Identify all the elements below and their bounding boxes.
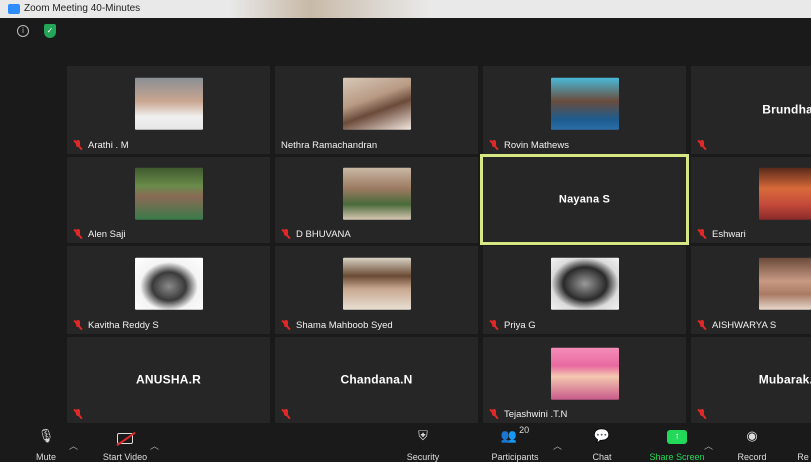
participant-nametag: Arathi . M (69, 138, 133, 152)
participant-display-name: Mubarak. (758, 372, 811, 387)
mic-off-icon (73, 320, 83, 330)
participant-nametag: D BHUVANA (277, 227, 355, 241)
video-options-caret[interactable]: ︿ (150, 439, 159, 452)
participant-nametag: Kavitha Reddy S (69, 318, 163, 332)
meeting-info-icon[interactable]: i (17, 25, 29, 37)
mic-off-icon (697, 229, 707, 239)
audio-options-caret[interactable]: ︿ (69, 439, 78, 452)
participant-nametag: Priya G (485, 318, 540, 332)
mic-off-icon (489, 140, 499, 150)
chat-button[interactable]: 💬 Chat (586, 425, 618, 462)
participant-tile-shama[interactable]: Shama Mahboob Syed (275, 246, 478, 334)
mic-off-icon (73, 140, 83, 150)
participant-tile-chandana[interactable]: Chandana.N (275, 337, 478, 423)
participant-nametag: Rovin Mathews (485, 138, 573, 152)
participant-display-name: ANUSHA.R (136, 372, 201, 387)
participant-tile-anusha[interactable]: ANUSHA.R (67, 337, 270, 423)
meeting-toolbar: 🎙 Mute ︿ Start Video ︿ ⛨ Security 👥 20 Pa… (0, 425, 811, 462)
participant-display-name: Brundha (762, 102, 811, 117)
participant-photo (134, 257, 203, 310)
security-shield-icon: ⛨ (418, 428, 428, 443)
microphone-icon: 🎙 (37, 428, 55, 443)
participant-photo (759, 257, 811, 310)
start-video-button[interactable]: Start Video (97, 425, 153, 462)
mic-off-icon (73, 229, 83, 239)
participants-options-caret[interactable]: ︿ (553, 439, 562, 452)
participant-tile-nayana-active-speaker[interactable]: Nayana S (480, 154, 689, 245)
participant-photo (550, 257, 619, 310)
meeting-info-bar: i ✓ (0, 18, 811, 44)
participant-nametag: Eshwari (693, 227, 750, 241)
participant-tile-aishwarya[interactable]: AISHWARYA S (691, 246, 811, 334)
participant-photo (342, 77, 411, 130)
participant-nametag (693, 138, 716, 152)
share-screen-icon: ↑ (667, 430, 687, 444)
participant-photo (342, 167, 411, 220)
participant-photo (134, 77, 203, 130)
mute-button[interactable]: 🎙 Mute (30, 425, 62, 462)
participants-count: 20 (519, 425, 530, 435)
participant-nametag (277, 407, 300, 421)
participant-nametag (69, 407, 92, 421)
participant-nametag: Tejashwini .T.N (485, 407, 571, 421)
participant-tile-kavitha[interactable]: Kavitha Reddy S (67, 246, 270, 334)
participant-display-name: Nayana S (558, 192, 611, 205)
participant-nametag (693, 407, 716, 421)
participant-photo (342, 257, 411, 310)
mic-off-icon (281, 320, 291, 330)
zoom-app-icon (8, 4, 20, 14)
participant-tile-mubarak[interactable]: Mubarak. (691, 337, 811, 423)
reactions-button[interactable]: Re (795, 425, 811, 462)
participant-photo (550, 347, 619, 400)
window-title: Zoom Meeting 40-Minutes (24, 3, 141, 14)
mic-off-icon (73, 409, 83, 419)
participant-tile-bhuvana[interactable]: D BHUVANA (275, 157, 478, 243)
encryption-shield-icon[interactable]: ✓ (44, 24, 56, 38)
mic-off-icon (697, 409, 707, 419)
share-screen-button[interactable]: ↑ Share Screen (645, 425, 709, 462)
share-options-caret[interactable]: ︿ (704, 439, 713, 452)
participants-button[interactable]: 👥 20 Participants (487, 425, 543, 462)
participant-display-name: Chandana.N (340, 372, 413, 387)
participant-photo (550, 77, 619, 130)
participant-tile-alen[interactable]: Alen Saji (67, 157, 270, 243)
participants-icon: 👥 20 (500, 425, 530, 443)
mic-off-icon (281, 229, 291, 239)
participant-nametag: Alen Saji (69, 227, 130, 241)
participant-photo (134, 167, 203, 220)
participant-tile-priya[interactable]: Priya G (483, 246, 686, 334)
titlebar-background-blur (230, 0, 430, 18)
chat-icon: 💬 (593, 428, 611, 443)
window-titlebar: Zoom Meeting 40-Minutes (0, 0, 811, 18)
participant-tile-rovin[interactable]: Rovin Mathews (483, 66, 686, 154)
participant-tile-eshwari[interactable]: Eshwari (691, 157, 811, 243)
participant-tile-nethra[interactable]: Nethra Ramachandran (275, 66, 478, 154)
participant-tile-tejashwini[interactable]: Tejashwini .T.N (483, 337, 686, 423)
participant-tile-brundha[interactable]: Brundha (691, 66, 811, 154)
video-off-icon (116, 425, 136, 447)
mic-off-icon (489, 320, 499, 330)
mic-off-icon (281, 409, 291, 419)
mic-off-icon (697, 140, 707, 150)
record-button[interactable]: ◉ Record (734, 425, 770, 462)
mic-off-icon (697, 320, 707, 330)
security-button[interactable]: ⛨ Security (403, 425, 443, 462)
participant-photo (759, 167, 811, 220)
participant-tile-arathi[interactable]: Arathi . M (67, 66, 270, 154)
participant-nametag: AISHWARYA S (693, 318, 780, 332)
participant-nametag: Shama Mahboob Syed (277, 318, 397, 332)
mic-off-icon (489, 409, 499, 419)
participant-nametag: Nethra Ramachandran (281, 139, 378, 151)
record-icon: ◉ (746, 428, 758, 443)
